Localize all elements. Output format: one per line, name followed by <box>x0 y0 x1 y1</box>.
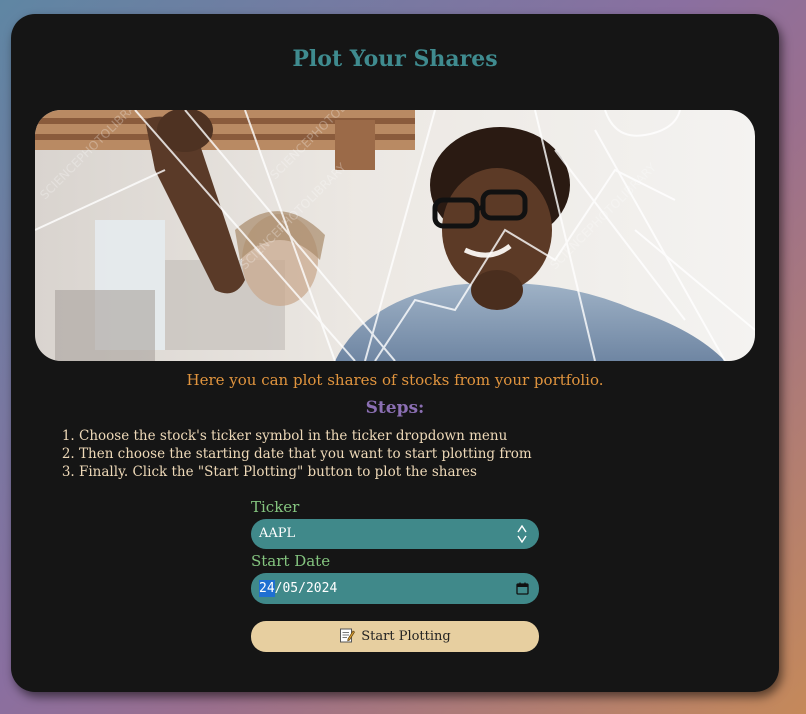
start-plotting-label: Start Plotting <box>361 629 451 644</box>
ticker-value: AAPL <box>259 526 296 541</box>
steps-list: Choose the stock's ticker symbol in the … <box>59 427 532 481</box>
start-date-label: Start Date <box>251 552 331 570</box>
page-title: Plot Your Shares <box>292 46 498 72</box>
start-plotting-button[interactable]: Start Plotting <box>251 621 539 652</box>
date-rest-segment[interactable]: /05/2024 <box>275 581 338 596</box>
ticker-label: Ticker <box>251 498 300 516</box>
date-day-segment[interactable]: 24 <box>259 580 275 597</box>
steps-heading: Steps: <box>365 398 425 418</box>
intro-text: Here you can plot shares of stocks from … <box>186 371 604 389</box>
main-card: Plot Your Shares SCIENCEPHOTOLIBRARY SCI… <box>11 14 779 692</box>
memo-icon <box>339 627 356 647</box>
start-date-input[interactable]: 24/05/2024 <box>251 573 539 604</box>
step-item: Choose the stock's ticker symbol in the … <box>79 427 532 445</box>
calendar-icon[interactable] <box>516 573 529 604</box>
step-item: Then choose the starting date that you w… <box>79 445 532 463</box>
ticker-select[interactable]: AAPL <box>251 519 539 549</box>
select-arrows-icon <box>517 519 527 549</box>
step-item: Finally. Click the "Start Plotting" butt… <box>79 463 532 481</box>
hero-image: SCIENCEPHOTOLIBRARY SCIENCEPHOTOLIBRARY … <box>35 110 755 361</box>
